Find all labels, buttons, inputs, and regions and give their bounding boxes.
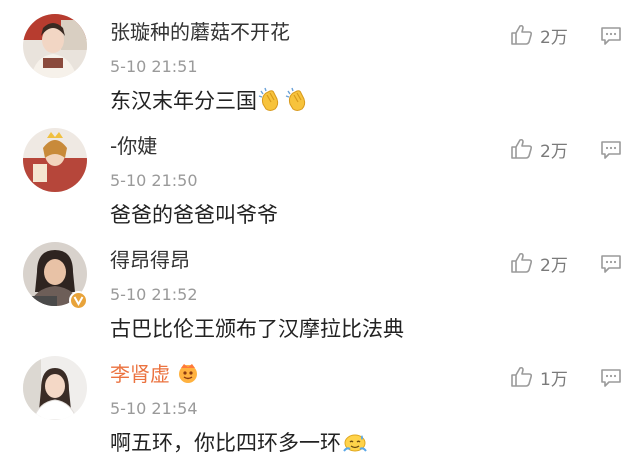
- comment-bubble-icon: [600, 254, 622, 274]
- reply-button[interactable]: [600, 140, 622, 160]
- like-button[interactable]: 2万: [510, 137, 568, 162]
- comment-text-content: 爸爸的爸爸叫爷爷: [110, 203, 278, 227]
- thumbs-up-icon: [510, 365, 534, 389]
- username[interactable]: 李肾虚: [110, 362, 200, 389]
- like-count: 1万: [540, 369, 568, 390]
- timestamp: 5-10 21:51: [110, 57, 198, 76]
- comment-item: 李肾虚 5-10 21:54 啊五环，你比四环多一环 1万: [0, 342, 640, 460]
- username[interactable]: 张璇种的蘑菇不开花: [110, 20, 290, 44]
- verified-v-badge-icon: [69, 291, 88, 310]
- username-text: 李肾虚: [110, 362, 170, 386]
- timestamp: 5-10 21:52: [110, 285, 198, 304]
- thumbs-up-icon: [510, 23, 534, 47]
- username[interactable]: 得昂得昂: [110, 248, 190, 272]
- avatar[interactable]: [23, 356, 87, 420]
- comment-text-content: 啊五环，你比四环多一环: [110, 431, 341, 455]
- like-button[interactable]: 2万: [510, 251, 568, 276]
- like-count: 2万: [540, 141, 568, 162]
- avatar[interactable]: [23, 128, 87, 192]
- comment-text: 啊五环，你比四环多一环: [110, 429, 368, 462]
- comment-bubble-icon: [600, 140, 622, 160]
- like-button[interactable]: 1万: [510, 365, 568, 390]
- comment-item: 张璇种的蘑菇不开花 5-10 21:51 东汉末年分三国 2万: [0, 0, 640, 118]
- like-count: 2万: [540, 255, 568, 276]
- reply-button[interactable]: [600, 254, 622, 274]
- timestamp: 5-10 21:50: [110, 171, 198, 190]
- comment-text-content: 古巴比伦王颁布了汉摩拉比法典: [110, 317, 404, 341]
- reply-button[interactable]: [600, 368, 622, 388]
- member-crown-badge-icon: [176, 362, 200, 389]
- comment-item: -你婕 5-10 21:50 爸爸的爸爸叫爷爷 2万: [0, 114, 640, 232]
- comment-bubble-icon: [600, 26, 622, 46]
- thumbs-up-icon: [510, 137, 534, 161]
- reply-button[interactable]: [600, 26, 622, 46]
- comment-item: 得昂得昂 5-10 21:52 古巴比伦王颁布了汉摩拉比法典 2万: [0, 228, 640, 346]
- like-count: 2万: [540, 27, 568, 48]
- avatar[interactable]: [23, 14, 87, 78]
- comment-bubble-icon: [600, 368, 622, 388]
- comment-text-content: 东汉末年分三国: [110, 89, 257, 113]
- comment-text: 古巴比伦王颁布了汉摩拉比法典: [110, 315, 404, 343]
- like-button[interactable]: 2万: [510, 23, 568, 48]
- comment-text: 爸爸的爸爸叫爷爷: [110, 201, 278, 229]
- username[interactable]: -你婕: [110, 134, 157, 158]
- timestamp: 5-10 21:54: [110, 399, 198, 418]
- thumbs-up-icon: [510, 251, 534, 275]
- sweat-smile-face-icon: [342, 431, 368, 462]
